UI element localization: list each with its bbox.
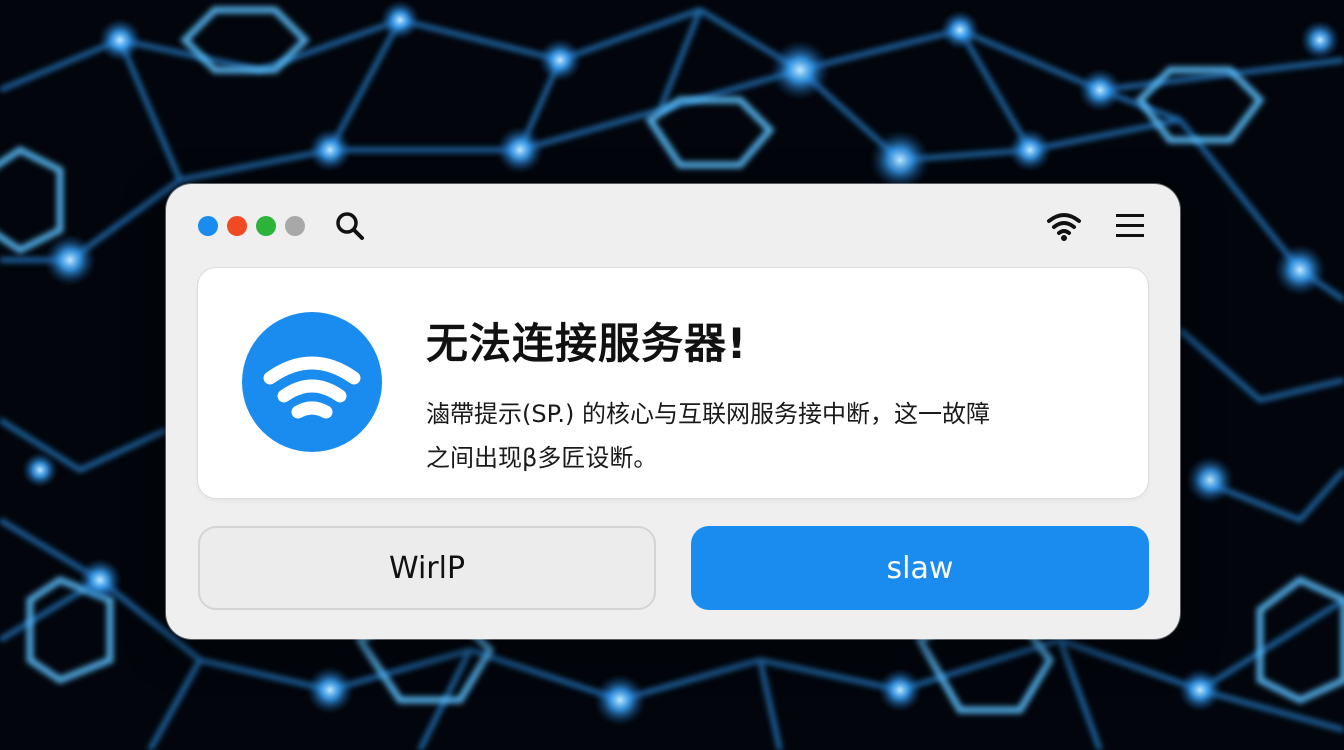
wifi-icon-glyph <box>263 356 361 419</box>
primary-button[interactable]: slaw <box>691 526 1149 610</box>
dialog-title: 无法连接服务器! <box>426 319 748 368</box>
wifi-icon <box>242 312 382 452</box>
wifi-icon[interactable] <box>1046 208 1082 244</box>
hamburger-menu-icon[interactable] <box>1112 210 1148 242</box>
titlebar-dot-red[interactable] <box>227 216 247 236</box>
titlebar-dot-blue[interactable] <box>198 216 218 236</box>
dialog-window: 无法连接服务器! 滷帶提示(SP.) 的核心与互联网服务接中断，这一故障 之间出… <box>166 184 1180 639</box>
dialog-message-line-1: 滷帶提示(SP.) 的核心与互联网服务接中断，这一故障 <box>426 400 990 428</box>
titlebar-dot-gray[interactable] <box>285 216 305 236</box>
titlebar-dot-green[interactable] <box>256 216 276 236</box>
dialog-message: 滷帶提示(SP.) 的核心与互联网服务接中断，这一故障 之间出现β多匠设断。 <box>426 392 1126 480</box>
window-titlebar <box>166 184 1180 266</box>
dialog-message-line-2: 之间出现β多匠设断。 <box>426 444 658 472</box>
search-icon[interactable] <box>334 210 366 242</box>
error-message-card: 无法连接服务器! 滷帶提示(SP.) 的核心与互联网服务接中断，这一故障 之间出… <box>198 268 1148 498</box>
secondary-button[interactable]: WirlP <box>198 526 656 610</box>
